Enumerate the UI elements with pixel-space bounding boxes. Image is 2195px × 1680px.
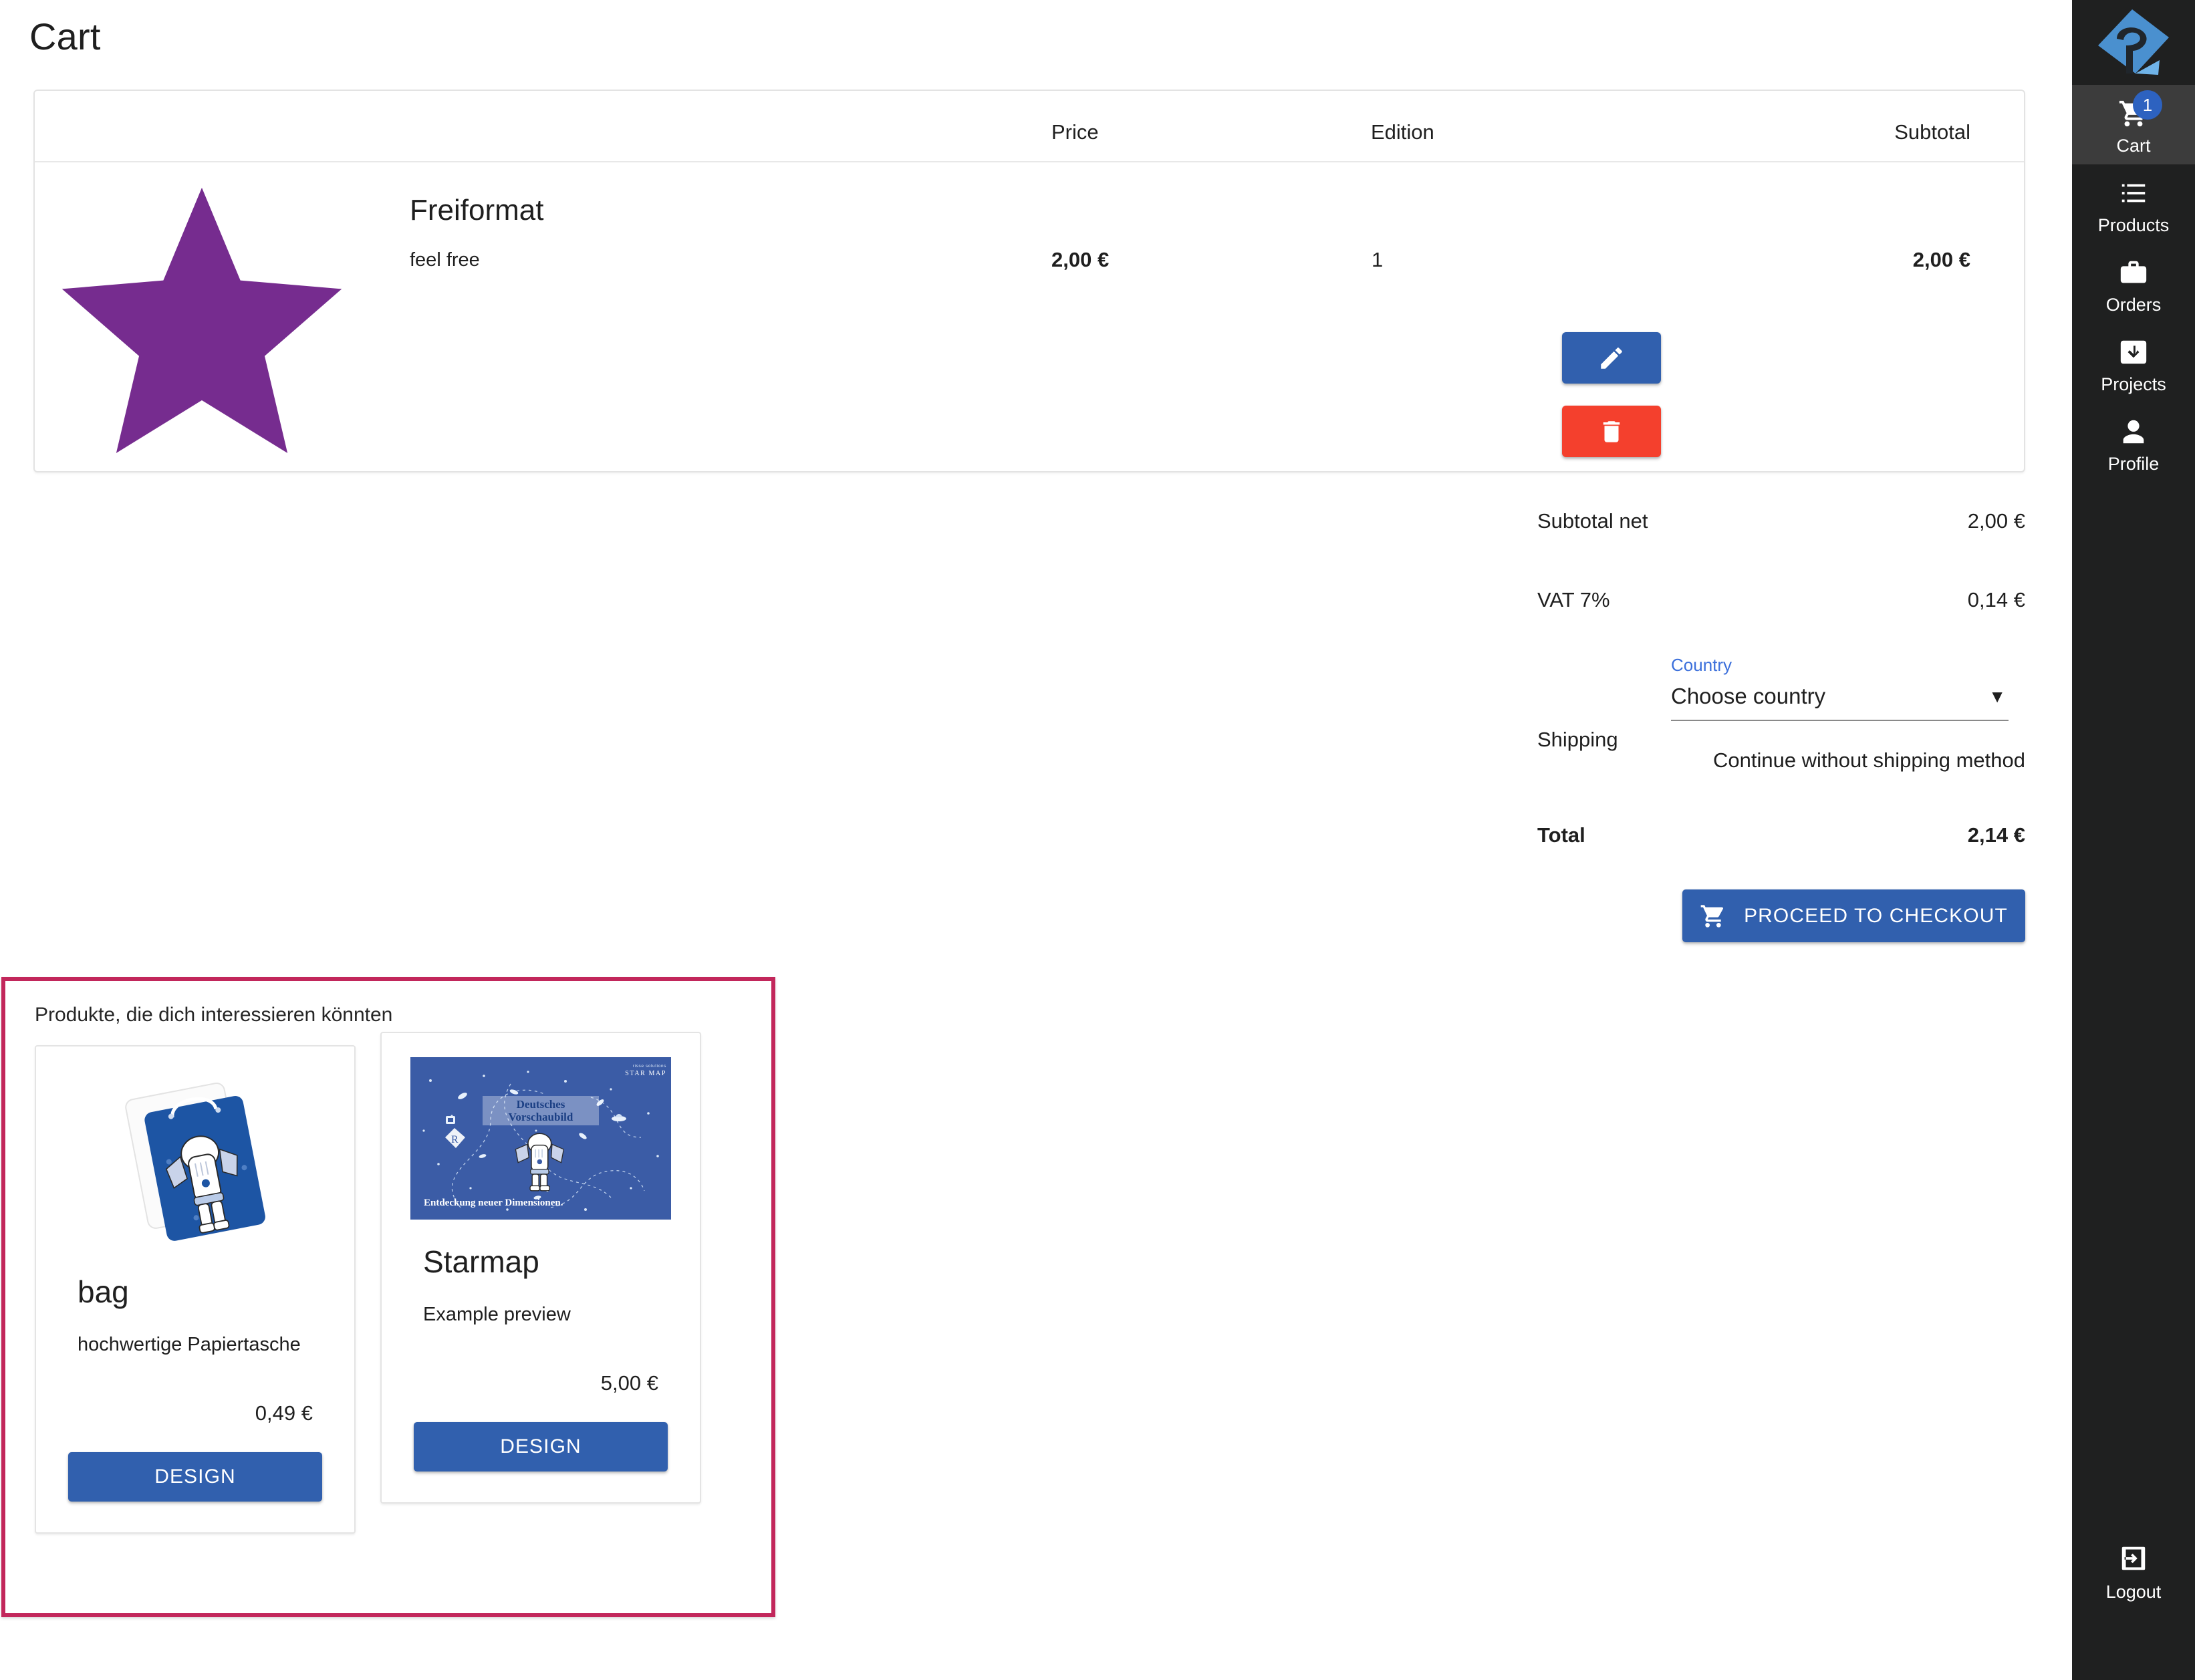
recommendations-title: Produkte, die dich interessieren könnten [35, 1004, 393, 1026]
app-logo[interactable] [2072, 0, 2195, 85]
country-field-caption: Country [1671, 655, 1732, 675]
sidebar-item-products[interactable]: Products [2072, 164, 2195, 244]
shipping-field-group: Country Choose country ▼ [1671, 655, 2009, 721]
briefcase-icon [2114, 256, 2153, 289]
pencil-icon [1601, 347, 1622, 369]
shipping-method-note: Continue without shipping method [1712, 748, 2025, 772]
total-label: Total [1537, 823, 1585, 847]
sidebar-item-logout[interactable]: Logout [2072, 1542, 2195, 1601]
design-button-bag[interactable]: DESIGN [68, 1452, 322, 1502]
starmap-brand-big: STAR MAP [625, 1070, 666, 1077]
country-select[interactable]: Choose country ▼ [1671, 684, 2009, 721]
sidebar-item-projects[interactable]: Projects [2072, 323, 2195, 403]
subtotal-net-value: 2,00 € [1967, 509, 2025, 533]
product-name: bag [78, 1274, 129, 1309]
product-price: 0,49 € [255, 1401, 313, 1425]
starmap-overlay-line2: Vorschaubild [509, 1111, 573, 1123]
sidebar-item-label: Projects [2101, 374, 2166, 394]
summary-row-shipping: Shipping Country Choose country ▼ Contin… [1537, 655, 2025, 789]
paper-bag-icon [125, 1083, 265, 1241]
checkout-button-wrap: PROCEED TO CHECKOUT [1537, 889, 2025, 942]
summary-row-total: Total 2,14 € [1537, 823, 2025, 847]
list-icon [2114, 176, 2153, 210]
purple-star-icon [61, 187, 342, 453]
recommendations-panel: Produkte, die dich interessieren könnten [1, 977, 775, 1617]
logout-icon [2114, 1542, 2153, 1575]
product-description: Example preview [423, 1304, 571, 1325]
column-header-subtotal: Subtotal [1894, 120, 1970, 144]
table-row: Freiformat feel free 2,00 € 1 2,00 € [35, 162, 2024, 471]
summary-row-subtotal: Subtotal net 2,00 € [1537, 509, 2025, 533]
proceed-to-checkout-button[interactable]: PROCEED TO CHECKOUT [1682, 889, 2025, 942]
product-image-starmap: R risse solutions STAR MAP Deutsches Vor… [382, 1033, 700, 1244]
sidebar-item-label: Orders [2105, 295, 2162, 315]
recommendations-grid: bag hochwertige Papiertasche 0,49 € DESI… [35, 1032, 701, 1534]
cart-item-description: feel free [410, 249, 480, 271]
app-root: Cart Price Edition Subtotal Freiformat f… [0, 0, 2195, 1680]
sidebar-item-label: Profile [2107, 454, 2160, 474]
subtotal-net-label: Subtotal net [1537, 509, 1648, 533]
starmap-tagline: Entdeckung neuer Dimensionen. [424, 1198, 563, 1208]
shipping-label: Shipping [1537, 728, 1618, 751]
edit-item-button[interactable] [1562, 332, 1661, 384]
sidebar: 1 Cart Products Orders Projects Profile … [2072, 0, 2195, 1680]
country-select-value: Choose country [1671, 684, 1826, 708]
product-image-bag [36, 1046, 354, 1274]
sidebar-item-profile[interactable]: Profile [2072, 403, 2195, 482]
main-content: Cart Price Edition Subtotal Freiformat f… [0, 0, 2072, 1680]
sidebar-item-label: Cart [2116, 136, 2151, 156]
cart-summary: Subtotal net 2,00 € VAT 7% 0,14 € Shippi… [1537, 495, 2025, 942]
inbox-download-icon [2114, 335, 2153, 369]
delete-item-button[interactable] [1562, 406, 1661, 457]
summary-row-vat: VAT 7% 0,14 € [1537, 588, 2025, 612]
svg-text:R: R [451, 1134, 459, 1145]
cart-item-actions [1562, 332, 1661, 457]
cart-item-subtotal: 2,00 € [1912, 248, 1970, 271]
risse-logo-icon [2098, 9, 2169, 75]
sidebar-item-label: Logout [2105, 1582, 2162, 1602]
column-header-edition: Edition [1371, 120, 1434, 144]
list-item[interactable]: R risse solutions STAR MAP Deutsches Vor… [380, 1032, 701, 1504]
starmap-preview-icon: R risse solutions STAR MAP Deutsches Vor… [410, 1057, 671, 1220]
cart-item-thumbnail [45, 169, 359, 463]
product-name: Starmap [423, 1244, 539, 1279]
product-price: 5,00 € [600, 1371, 658, 1395]
sidebar-item-orders[interactable]: Orders [2072, 244, 2195, 323]
shopping-cart-icon [1700, 904, 1724, 928]
shopping-cart-icon: 1 [2114, 90, 2162, 130]
design-button-starmap[interactable]: DESIGN [414, 1422, 668, 1472]
chevron-down-icon: ▼ [1988, 686, 2006, 706]
cart-table-header: Price Edition Subtotal [35, 91, 2024, 162]
product-description: hochwertige Papiertasche [78, 1334, 301, 1355]
person-icon [2114, 415, 2153, 448]
cart-badge-count: 1 [2133, 90, 2162, 120]
starmap-overlay-line1: Deutsches [517, 1098, 565, 1111]
cart-table-card: Price Edition Subtotal Freiformat feel f… [33, 90, 2025, 472]
column-header-price: Price [1051, 120, 1099, 144]
cart-item-title: Freiformat [410, 194, 544, 227]
vat-value: 0,14 € [1967, 588, 2025, 611]
cart-item-price: 2,00 € [1051, 248, 1110, 271]
sidebar-item-label: Products [2097, 215, 2170, 235]
sidebar-item-cart[interactable]: 1 Cart [2072, 85, 2195, 164]
page-title: Cart [29, 15, 101, 57]
starmap-brand-small: risse solutions [633, 1064, 666, 1069]
trash-icon [1603, 420, 1620, 442]
cart-item-edition: 1 [1372, 248, 1384, 271]
total-value: 2,14 € [1967, 823, 2025, 847]
list-item[interactable]: bag hochwertige Papiertasche 0,49 € DESI… [35, 1045, 356, 1534]
checkout-button-label: PROCEED TO CHECKOUT [1744, 904, 2008, 927]
vat-label: VAT 7% [1537, 588, 1610, 611]
